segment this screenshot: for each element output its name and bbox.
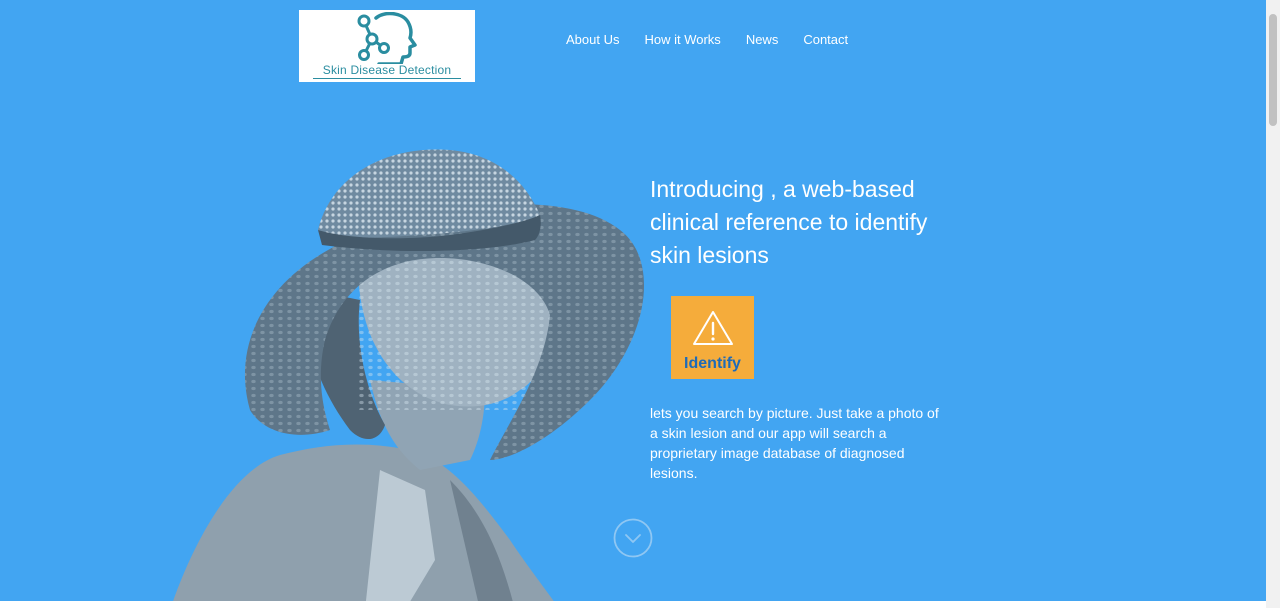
identify-button-label: Identify bbox=[684, 355, 741, 372]
hero-headline: Introducing , a web-based clinical refer… bbox=[650, 176, 928, 268]
hero-section: Skin Disease Detection About Us How it W… bbox=[0, 0, 1266, 601]
nav-about-us[interactable]: About Us bbox=[566, 32, 619, 47]
site-logo[interactable]: Skin Disease Detection bbox=[299, 10, 475, 82]
nav-news[interactable]: News bbox=[746, 32, 779, 47]
nav-contact[interactable]: Contact bbox=[803, 32, 848, 47]
logo-underline bbox=[313, 78, 461, 79]
hero-woman-hat-image bbox=[173, 149, 645, 601]
vertical-scrollbar[interactable] bbox=[1266, 0, 1280, 608]
nav-how-it-works[interactable]: How it Works bbox=[644, 32, 720, 47]
main-nav: About Us How it Works News Contact bbox=[566, 32, 873, 47]
hero-description: lets you search by picture. Just take a … bbox=[650, 405, 939, 481]
scrollbar-thumb[interactable] bbox=[1269, 14, 1277, 126]
identify-button[interactable]: Identify bbox=[671, 296, 754, 379]
head-network-icon bbox=[357, 12, 417, 64]
chevron-down-circle-icon[interactable] bbox=[613, 518, 653, 558]
warning-icon bbox=[693, 311, 733, 345]
page-bottom-edge bbox=[0, 601, 1266, 608]
logo-text: Skin Disease Detection bbox=[322, 63, 452, 77]
